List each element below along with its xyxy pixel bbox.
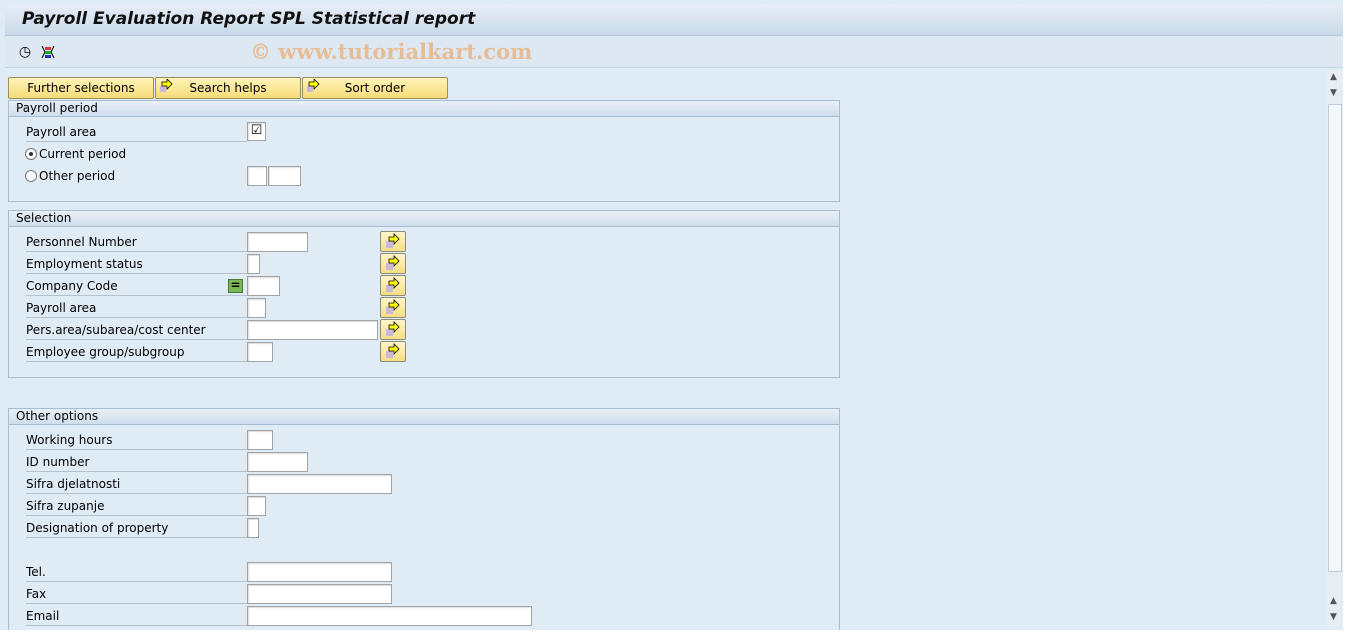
multiple-selection-button[interactable] xyxy=(380,231,406,252)
payroll-area-checkbox[interactable]: ☑ xyxy=(247,122,266,141)
title-bar: Payroll Evaluation Report SPL Statistica… xyxy=(5,5,1343,36)
input-field[interactable] xyxy=(247,232,308,252)
payroll-period-group: Payroll period Payroll area ☑ Current pe… xyxy=(8,100,840,202)
scroll-up-icon[interactable]: ▲ xyxy=(1330,72,1337,82)
button-label: Sort order xyxy=(344,81,406,95)
multiple-selection-button[interactable] xyxy=(380,253,406,274)
field-label: Email xyxy=(26,606,247,626)
payroll-area-label: Payroll area xyxy=(26,122,247,142)
field-label: Company Code xyxy=(26,276,247,296)
arrow-right-icon xyxy=(386,299,400,314)
field-label: Pers.area/subarea/cost center xyxy=(26,320,247,340)
other-options-group: Other options Working hours ID number Sifr… xyxy=(8,408,840,630)
sap-window: Payroll Evaluation Report SPL Statistica… xyxy=(0,0,1343,630)
group-title: Payroll period xyxy=(9,101,839,117)
selection-variant-icon[interactable] xyxy=(39,43,57,61)
multiple-selection-button[interactable] xyxy=(380,297,406,318)
arrow-right-icon xyxy=(160,79,173,92)
input-field[interactable] xyxy=(247,496,266,516)
other-period-field-1[interactable] xyxy=(247,166,267,186)
field-label: Designation of property xyxy=(26,518,247,538)
input-field[interactable] xyxy=(247,584,392,604)
button-label: Further selections xyxy=(27,81,135,95)
group-title: Selection xyxy=(9,211,839,227)
other-period-label: Other period xyxy=(39,169,116,183)
input-field[interactable] xyxy=(247,254,260,274)
input-field[interactable] xyxy=(247,606,532,626)
execute-clock-icon[interactable]: ◷ xyxy=(16,43,34,61)
arrow-right-icon xyxy=(386,255,400,270)
multiple-selection-button[interactable] xyxy=(380,341,406,362)
application-toolbar: ◷ © www.tutorialkart.com xyxy=(5,36,1343,68)
field-label: Fax xyxy=(26,584,247,604)
scrollbar-thumb[interactable] xyxy=(1328,104,1342,572)
scroll-up-icon[interactable]: ▼ xyxy=(1330,88,1337,98)
arrow-right-icon xyxy=(307,79,320,92)
selection-group: Selection Personnel Number Employment sta… xyxy=(8,210,840,378)
arrow-right-icon xyxy=(386,343,400,358)
scroll-down-icon[interactable]: ▼ xyxy=(1330,612,1337,622)
field-label: Employee group/subgroup xyxy=(26,342,247,362)
input-field[interactable] xyxy=(247,298,266,318)
field-label: Payroll area xyxy=(26,298,247,318)
other-period-radio[interactable]: Other period xyxy=(25,169,115,183)
multiple-selection-button[interactable] xyxy=(380,319,406,340)
input-field[interactable] xyxy=(247,562,392,582)
sort-order-button[interactable]: Sort order xyxy=(302,77,448,99)
radio-button[interactable] xyxy=(25,148,37,160)
arrow-right-icon xyxy=(386,321,400,336)
scroll-down-icon[interactable]: ▲ xyxy=(1330,596,1337,606)
input-field[interactable] xyxy=(247,474,392,494)
vertical-scrollbar[interactable]: ▲ ▼ ▲ ▼ xyxy=(1327,70,1343,628)
field-label: Working hours xyxy=(26,430,247,450)
field-label: Tel. xyxy=(26,562,247,582)
further-selections-button[interactable]: Further selections xyxy=(8,77,154,99)
field-label: Sifra zupanje xyxy=(26,496,247,516)
status-bar xyxy=(0,630,1357,638)
input-field[interactable] xyxy=(247,518,259,538)
multiple-selection-button[interactable] xyxy=(380,275,406,296)
arrow-right-icon xyxy=(386,233,400,248)
field-label: Sifra djelatnosti xyxy=(26,474,247,494)
current-period-label: Current period xyxy=(39,147,127,161)
arrow-right-icon xyxy=(386,277,400,292)
field-label: ID number xyxy=(26,452,247,472)
button-label: Search helps xyxy=(189,81,267,95)
search-helps-button[interactable]: Search helps xyxy=(155,77,301,99)
input-field[interactable] xyxy=(247,430,273,450)
other-period-field-2[interactable] xyxy=(268,166,301,186)
field-label: Employment status xyxy=(26,254,247,274)
page-title: Payroll Evaluation Report SPL Statistica… xyxy=(22,9,476,29)
field-label: Personnel Number xyxy=(26,232,247,252)
input-field[interactable] xyxy=(247,320,378,340)
watermark: © www.tutorialkart.com xyxy=(250,39,533,64)
current-period-radio[interactable]: Current period xyxy=(25,147,126,161)
input-field[interactable] xyxy=(247,452,308,472)
equals-icon[interactable]: = xyxy=(228,279,243,293)
group-title: Other options xyxy=(9,409,839,425)
input-field[interactable] xyxy=(247,276,280,296)
input-field[interactable] xyxy=(247,342,273,362)
radio-button[interactable] xyxy=(25,170,37,182)
